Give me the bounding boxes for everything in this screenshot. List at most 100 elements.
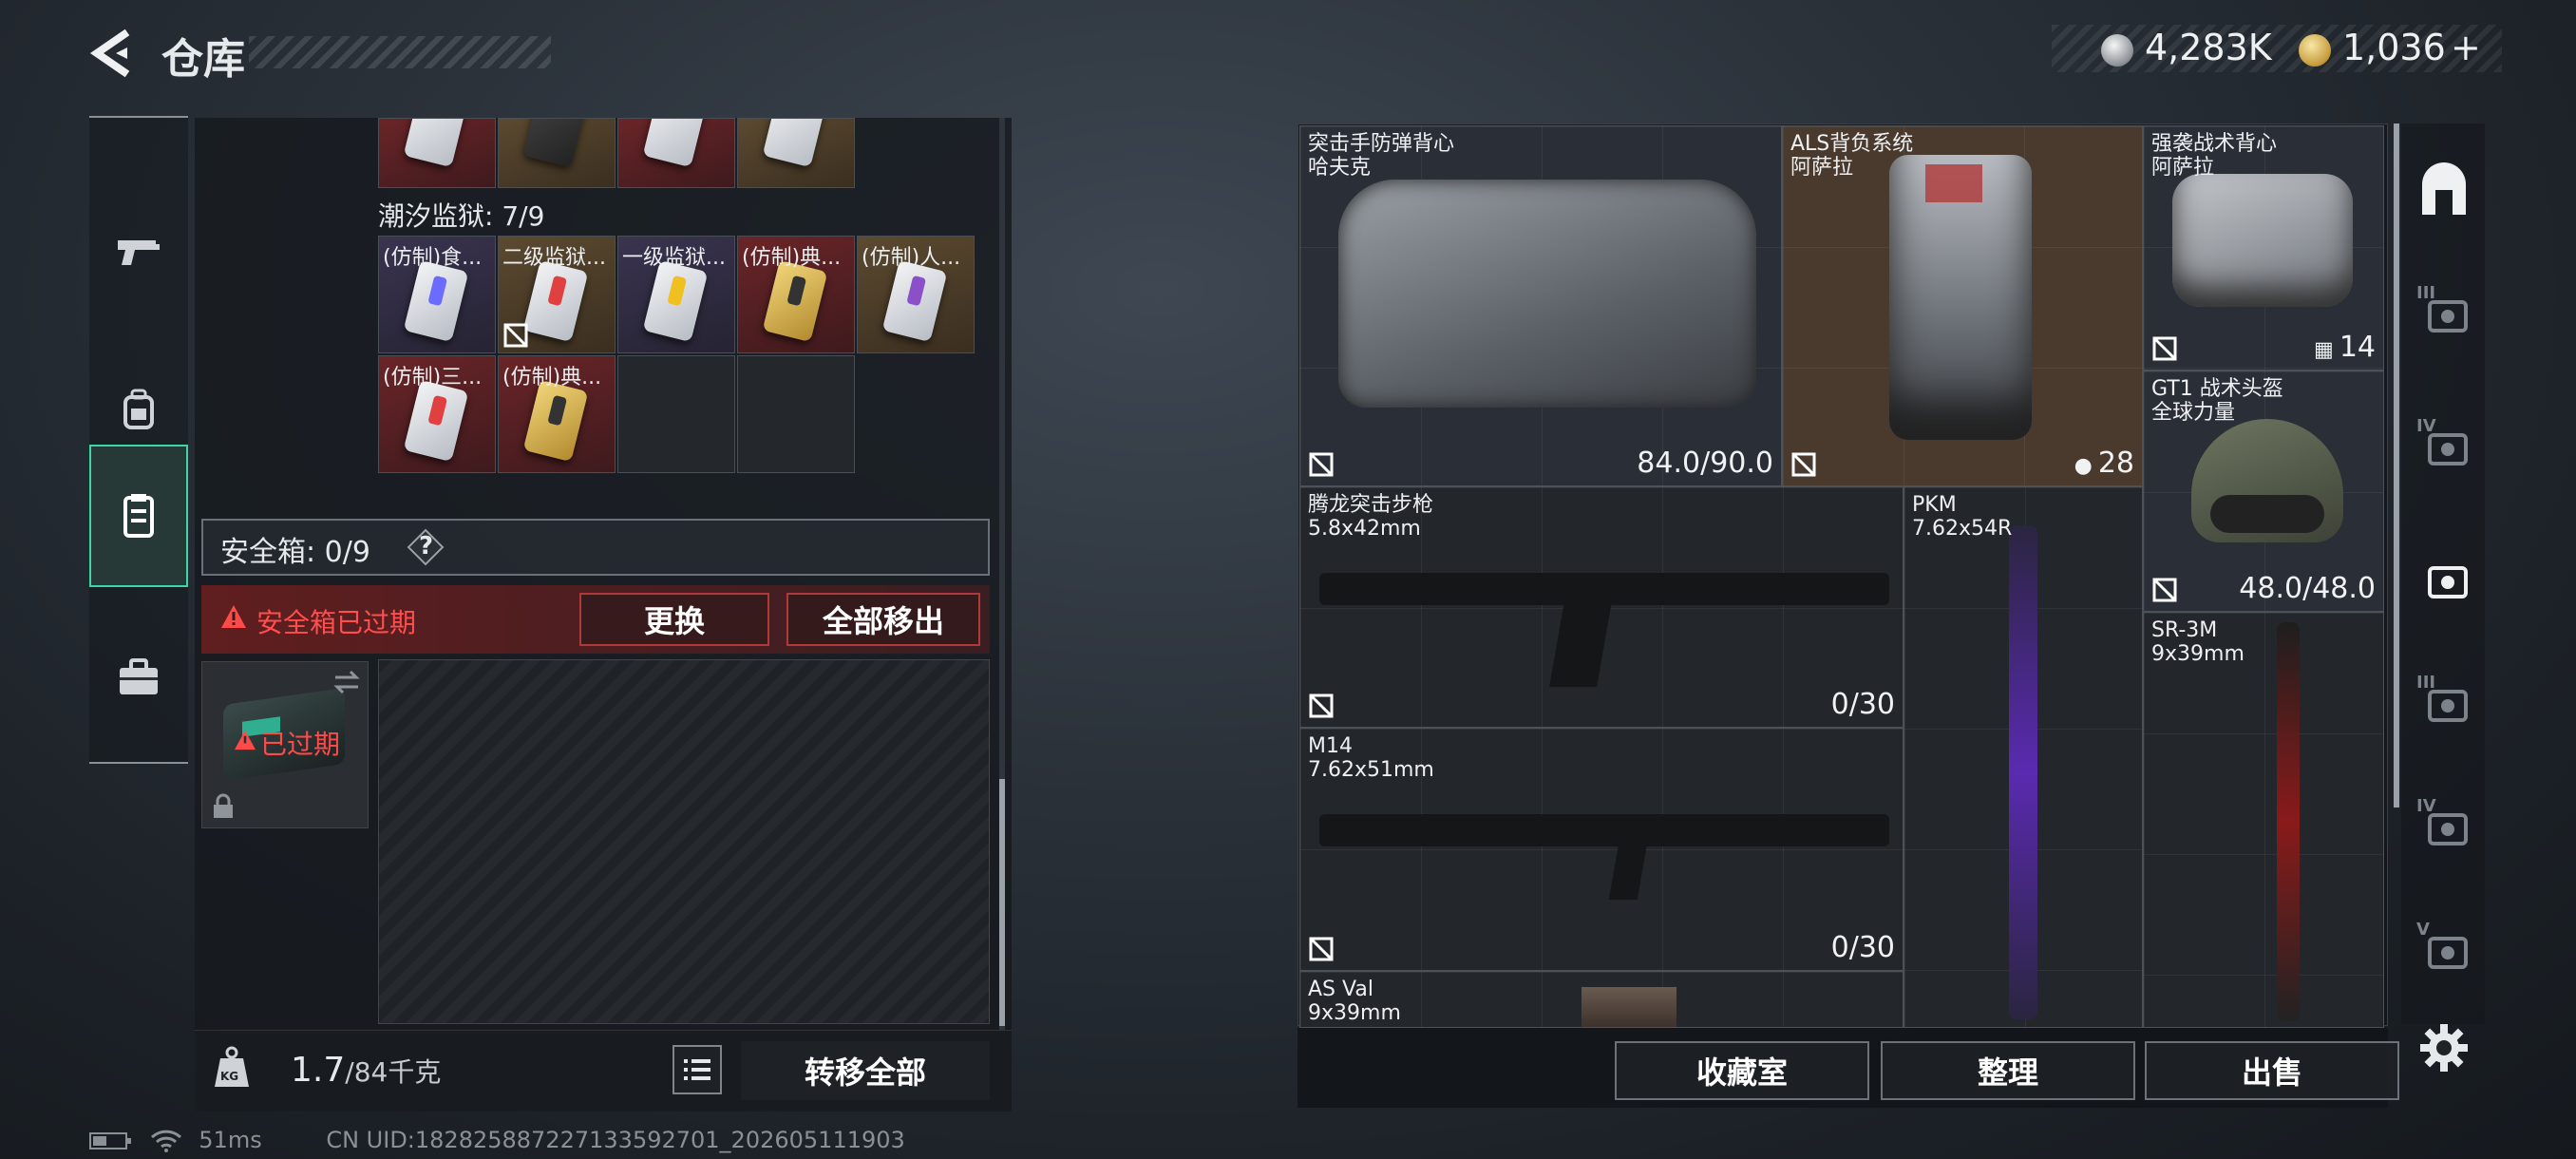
empty-slot[interactable] [617, 355, 735, 473]
slot-tier: V [2416, 920, 2430, 940]
gun-icon [118, 240, 160, 265]
empty-slot[interactable] [737, 355, 855, 473]
stash-item[interactable]: ALS背负系统 阿萨拉 ● 28 [1782, 125, 2143, 486]
item-value-text: 0/30 [1830, 688, 1895, 721]
item-title: 腾龙突击步枪 [1308, 493, 1434, 517]
left-nav [89, 116, 188, 764]
nav-weapons[interactable] [89, 180, 188, 323]
gear-icon[interactable] [2418, 1022, 2470, 1074]
no-trade-icon [503, 323, 528, 348]
weight-readout: 1.7/84千克 [291, 1051, 441, 1090]
stash-item[interactable]: 强袭战术背心 阿萨拉 ▦ 14 [2143, 125, 2384, 370]
item-title: PKM [1912, 493, 1957, 517]
add-currency-button[interactable]: + [2451, 27, 2481, 68]
item-subtitle: 9x39mm [1308, 1001, 1401, 1025]
partial-item-cell[interactable] [498, 118, 616, 188]
no-trade-icon [1309, 452, 1334, 477]
transfer-all-button[interactable]: 转移全部 [741, 1041, 990, 1100]
item-title: GT1 战术头盔 [2151, 377, 2283, 401]
stash-item[interactable]: 突击手防弹背心 哈夫克 84.0/90.0 [1299, 125, 1782, 486]
item-subtitle: 7.62x51mm [1308, 758, 1434, 782]
stash-scrollbar[interactable] [2394, 124, 2399, 808]
help-mark: ? [419, 532, 434, 560]
wifi-icon [150, 1130, 181, 1152]
sell-button[interactable]: 出售 [2145, 1041, 2399, 1100]
item-subtitle: 7.62x54R [1912, 517, 2013, 541]
stash-item[interactable]: M14 7.62x51mm 0/30 [1299, 728, 1904, 971]
status-bar: 51ms CN UID:182825887227133592701_202605… [89, 1127, 905, 1153]
stash-item[interactable]: GT1 战术头盔 全球力量 48.0/48.0 [2143, 370, 2384, 612]
no-trade-icon [2152, 336, 2177, 361]
container-item[interactable]: (仿制)典... [737, 236, 855, 353]
container-item[interactable]: (仿制)典... [498, 355, 616, 473]
card-item-image [403, 379, 469, 463]
device-slot-button[interactable]: V [2415, 920, 2473, 978]
collection-button[interactable]: 收藏室 [1615, 1041, 1869, 1100]
stash-item[interactable]: AS Val 9x39mm [1299, 971, 1904, 1028]
partial-item-cell[interactable] [737, 118, 855, 188]
backpack-icon [123, 389, 154, 429]
helmet-slot-button[interactable] [2415, 162, 2473, 218]
ping-value: 51ms [199, 1127, 262, 1153]
page-title: 仓库 [161, 35, 245, 84]
sr3m-image [2277, 622, 2300, 1021]
slot-tier: III [2416, 283, 2436, 303]
expired-message: 安全箱已过期 [256, 607, 417, 638]
card-stripe [906, 275, 927, 307]
nav-case[interactable] [89, 606, 188, 749]
vest-icon [123, 494, 154, 538]
item-value-text: 0/30 [1830, 931, 1895, 964]
inventory-scroll-thumb[interactable] [999, 779, 1005, 1026]
weight-value: 1.7 [291, 1051, 346, 1090]
stash-item[interactable]: 腾龙突击步枪 5.8x42mm 0/30 [1299, 486, 1904, 728]
no-trade-icon [1791, 452, 1816, 477]
item-label: 一级监狱... [622, 246, 726, 270]
nav-vest[interactable] [89, 445, 188, 587]
container-item[interactable]: 一级监狱... [617, 236, 735, 353]
silver-coin-icon [2101, 34, 2133, 66]
stash-item[interactable]: SR-3M 9x39mm [2143, 612, 2384, 1028]
item-label: 二级监狱... [502, 246, 606, 270]
item-title: 强袭战术背心 [2151, 132, 2278, 156]
container-item[interactable]: (仿制)食... [378, 236, 496, 353]
keycard-slot-button[interactable]: IV [2415, 796, 2473, 855]
no-trade-icon [1309, 694, 1334, 718]
partial-item-cell[interactable] [617, 118, 735, 188]
remove-all-button[interactable]: 全部移出 [786, 593, 980, 646]
lock-icon [214, 793, 233, 818]
capacity-icon: ▦ [2314, 338, 2334, 362]
item-name: ALS背负系统 阿萨拉 [1790, 132, 1913, 180]
item-value-text: 28 [2097, 446, 2134, 480]
vest-slot-button[interactable]: III [2415, 283, 2473, 342]
item-value: 84.0/90.0 [1637, 446, 1773, 480]
partial-item-cell[interactable] [378, 118, 496, 188]
replace-button[interactable]: 更换 [579, 593, 769, 646]
item-label: (仿制)三... [383, 366, 483, 390]
item-value-text: 48.0/48.0 [2239, 572, 2376, 605]
pkm-image [2009, 525, 2037, 1019]
item-name: 突击手防弹背心 哈夫克 [1308, 132, 1454, 180]
tool-slot-button[interactable]: III [2415, 673, 2473, 732]
back-arrow-icon[interactable] [87, 27, 135, 80]
container-item[interactable]: (仿制)人... [857, 236, 975, 353]
gti-slot-button[interactable] [2415, 551, 2473, 608]
uid-text: CN UID:182825887227133592701_20260511190… [326, 1127, 905, 1153]
swap-icon [333, 670, 360, 694]
item-value: 0/30 [1831, 931, 1895, 964]
safe-box-grid[interactable] [378, 659, 990, 1024]
card-item-image [522, 379, 589, 463]
stash-item[interactable]: PKM 7.62x54R [1904, 486, 2143, 1028]
weight-max: /84千克 [345, 1056, 442, 1088]
folder-slot-button[interactable]: IV [2415, 416, 2473, 475]
bag-icon: ● [2074, 454, 2093, 478]
help-button[interactable]: ? [407, 528, 445, 566]
card-stripe [786, 275, 807, 307]
list-view-button[interactable] [672, 1045, 722, 1094]
sort-button[interactable]: 整理 [1881, 1041, 2135, 1100]
rifle-image [1319, 573, 1889, 605]
container-item[interactable]: 二级监狱... [498, 236, 616, 353]
container-item[interactable]: (仿制)三... [378, 355, 496, 473]
card-item-image [642, 259, 709, 343]
card-stripe [427, 275, 448, 307]
card-item-image [762, 259, 828, 343]
